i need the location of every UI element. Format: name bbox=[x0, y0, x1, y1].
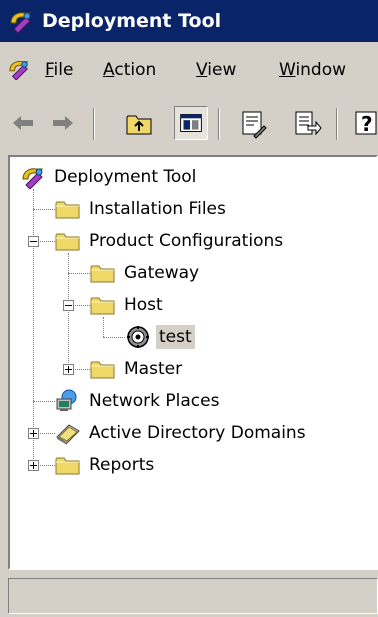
tree-node-label: Network Places bbox=[89, 391, 220, 411]
folder-icon bbox=[90, 261, 116, 285]
window-title: Deployment Tool bbox=[42, 10, 222, 32]
title-bar[interactable]: Deployment Tool bbox=[0, 0, 378, 42]
svg-text:?: ? bbox=[361, 112, 373, 136]
export-list-icon[interactable] bbox=[290, 106, 324, 140]
system-menu-icon[interactable] bbox=[7, 58, 31, 80]
back-arrow-icon[interactable] bbox=[6, 106, 40, 140]
folder-icon bbox=[55, 453, 81, 477]
toolbar-separator bbox=[93, 108, 95, 140]
tree-node-label-selected: test bbox=[156, 325, 195, 349]
tree-node-active-directory-domains[interactable]: Active Directory Domains bbox=[10, 417, 370, 449]
tree-node-reports[interactable]: Reports bbox=[10, 449, 370, 481]
configuration-gear-icon bbox=[127, 326, 149, 348]
tree-node-product-configurations[interactable]: Product Configurations bbox=[10, 225, 370, 257]
show-hide-tree-icon[interactable] bbox=[174, 106, 208, 140]
toolbar-separator bbox=[218, 108, 220, 140]
menu-window[interactable]: Window bbox=[279, 58, 346, 82]
tree-node-host[interactable]: Host bbox=[10, 289, 370, 321]
directory-domains-icon bbox=[56, 424, 80, 445]
menu-file[interactable]: File bbox=[45, 58, 73, 82]
tree-node-installation-files[interactable]: Installation Files bbox=[10, 193, 370, 225]
tree-node-label: Host bbox=[124, 295, 163, 315]
app-icon bbox=[8, 9, 34, 33]
tree-node-label: Deployment Tool bbox=[54, 167, 197, 187]
up-folder-icon[interactable] bbox=[122, 106, 156, 140]
network-places-icon bbox=[56, 389, 77, 411]
forward-arrow-icon[interactable] bbox=[46, 106, 80, 140]
tree-node-test[interactable]: test bbox=[10, 321, 370, 353]
deployment-tool-icon bbox=[20, 165, 46, 189]
console-tree[interactable]: Deployment Tool Installation Files Produ… bbox=[8, 155, 378, 570]
folder-icon bbox=[90, 293, 116, 317]
menu-action[interactable]: Action bbox=[103, 58, 156, 82]
tree-node-label: Master bbox=[124, 359, 183, 379]
properties-icon[interactable] bbox=[236, 106, 270, 140]
tree-node-label: Product Configurations bbox=[89, 231, 284, 251]
menu-view[interactable]: View bbox=[196, 58, 236, 82]
toolbar: ? bbox=[0, 100, 378, 150]
tree-node-gateway[interactable]: Gateway bbox=[10, 257, 370, 289]
tree-node-master[interactable]: Master bbox=[10, 353, 370, 385]
status-bar bbox=[8, 578, 378, 614]
tree-node-network-places[interactable]: Network Places bbox=[10, 385, 370, 417]
tree-node-label: Gateway bbox=[124, 263, 200, 283]
menu-bar: File Action View Window bbox=[0, 42, 378, 100]
tree-node-label: Active Directory Domains bbox=[89, 423, 306, 443]
help-icon[interactable]: ? bbox=[350, 106, 378, 140]
tree-node-label: Reports bbox=[89, 455, 155, 475]
folder-icon bbox=[90, 357, 116, 381]
tree-node-deployment-tool[interactable]: Deployment Tool bbox=[10, 161, 370, 193]
folder-icon bbox=[55, 229, 81, 253]
folder-icon bbox=[55, 197, 81, 221]
toolbar-separator bbox=[336, 108, 338, 140]
tree-node-label: Installation Files bbox=[89, 199, 226, 219]
